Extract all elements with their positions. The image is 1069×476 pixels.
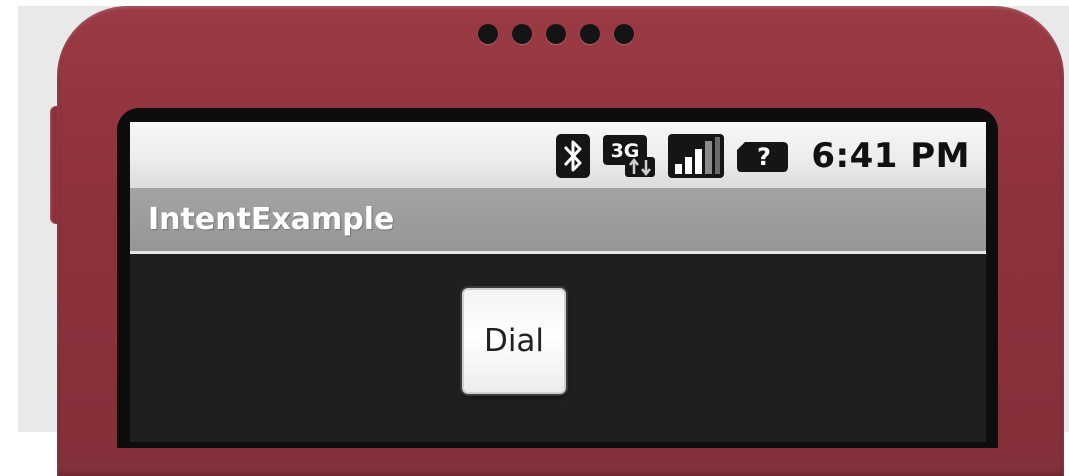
app-title-bar: IntentExample (130, 188, 986, 254)
earpiece-speaker (478, 24, 634, 46)
app-title: IntentExample (148, 202, 395, 237)
activity-content: Dial (130, 254, 986, 442)
speaker-hole (580, 24, 600, 44)
dial-button[interactable]: Dial (462, 288, 566, 394)
speaker-hole (478, 24, 498, 44)
speaker-hole (512, 24, 532, 44)
3g-data-icon: 3G (601, 133, 657, 179)
bluetooth-icon (555, 133, 591, 179)
signal-strength-icon (667, 133, 725, 179)
status-bar: 3G ? 6:41 PM (130, 122, 986, 188)
sim-status-label: ? (757, 143, 771, 171)
device-screen: 3G ? 6:41 PM IntentExample Dial (130, 122, 986, 442)
status-clock: 6:41 PM (811, 136, 970, 176)
no-sim-icon: ? (735, 133, 791, 179)
speaker-hole (546, 24, 566, 44)
speaker-hole (614, 24, 634, 44)
status-icons: 3G ? 6:41 PM (555, 132, 970, 180)
